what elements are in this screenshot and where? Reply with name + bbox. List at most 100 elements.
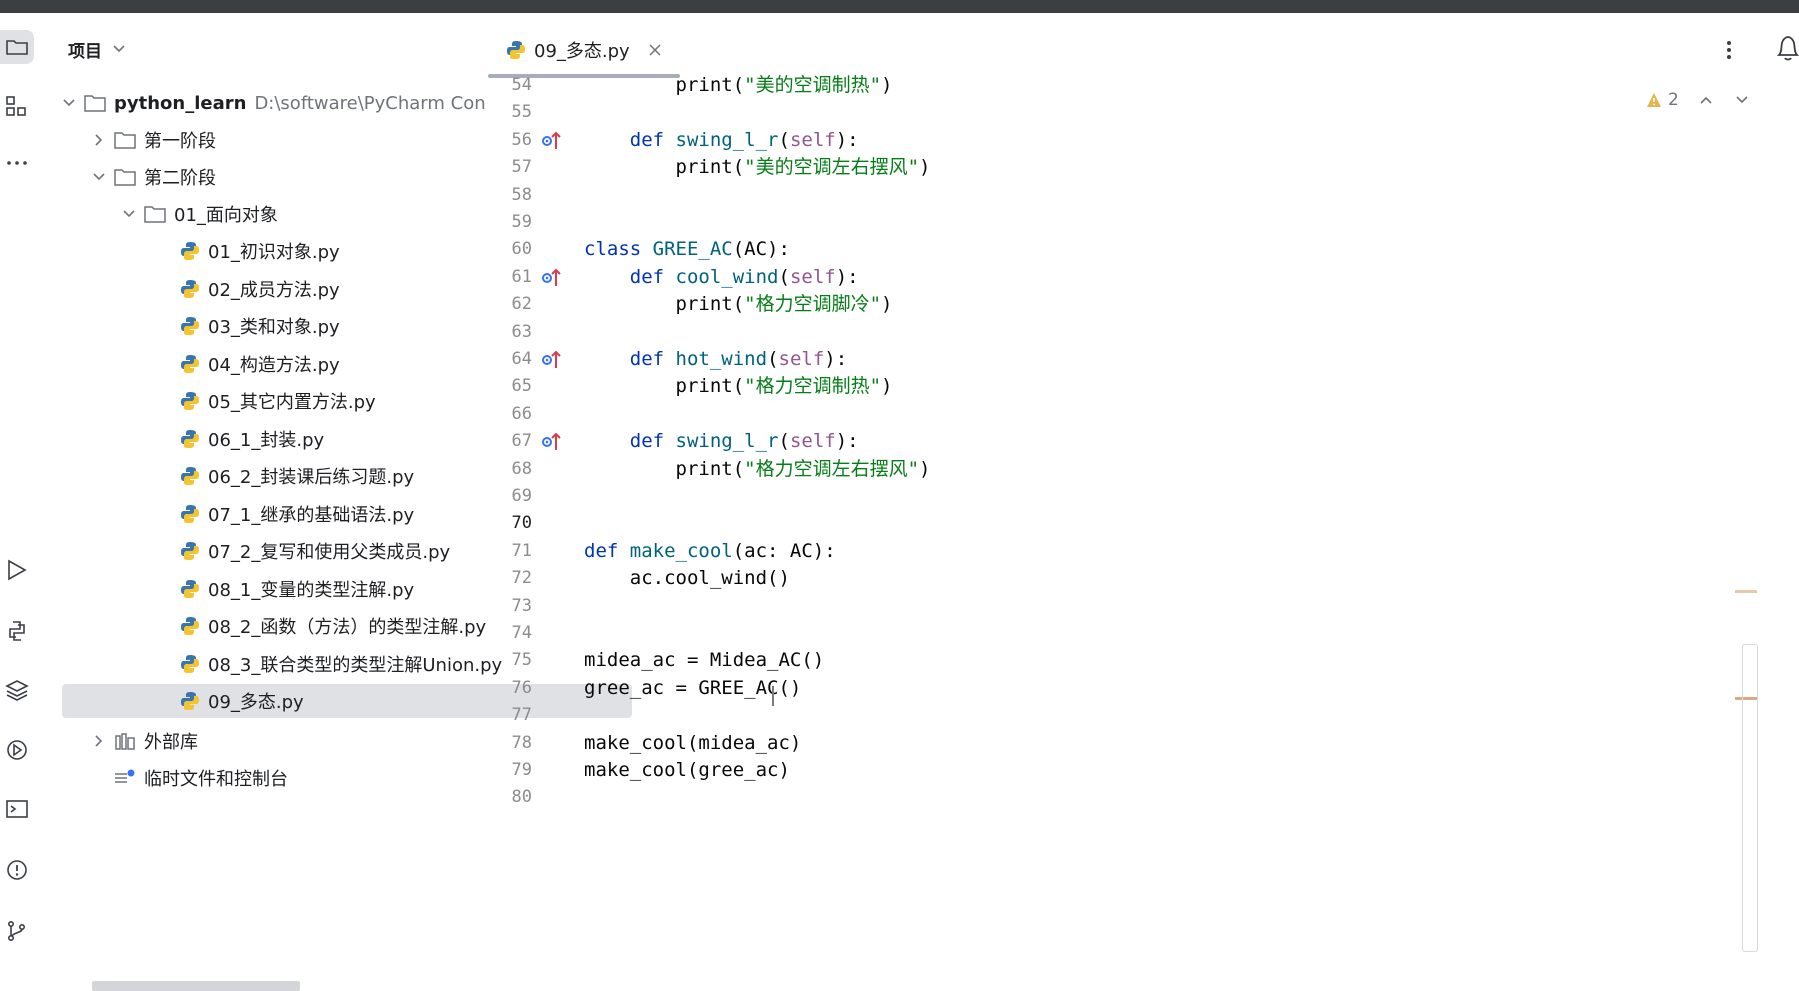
tree-item-python-file[interactable]: 06_1_封装.py <box>180 422 640 456</box>
code-line[interactable]: print("美的空调制热") <box>584 72 893 99</box>
problems-icon <box>7 860 27 880</box>
terminal-tool-button[interactable] <box>0 792 34 826</box>
project-path: D:\software\PyCharm Con <box>254 92 486 114</box>
chevron-down-icon[interactable] <box>92 170 106 184</box>
line-number: 58 <box>511 184 532 205</box>
tree-item-python-file[interactable]: 05_其它内置方法.py <box>180 384 640 418</box>
more-vertical-icon[interactable] <box>1719 35 1739 65</box>
line-number: 55 <box>511 102 532 123</box>
problems-tool-button[interactable] <box>0 853 34 887</box>
overrides-method-icon[interactable] <box>540 129 562 151</box>
code-line[interactable]: def make_cool(ac: AC): <box>584 538 836 565</box>
tree-item-label: 09_多态.py <box>208 692 304 713</box>
git-tool-button[interactable] <box>0 914 34 948</box>
tree-item-stage1[interactable]: 第一阶段 <box>92 123 552 157</box>
tree-item-python-file[interactable]: 02_成员方法.py <box>180 272 640 306</box>
line-number: 67 <box>511 431 532 452</box>
tree-item-python-file[interactable]: 08_2_函数（方法）的类型注解.py <box>180 609 640 643</box>
library-icon <box>115 733 135 750</box>
tree-item-label: 07_1_继承的基础语法.py <box>208 504 415 526</box>
project-tool-button[interactable] <box>0 30 34 64</box>
tree-item-python-file[interactable]: 08_3_联合类型的类型注解Union.py <box>180 647 640 681</box>
text-cursor <box>772 686 774 706</box>
line-number: 80 <box>511 787 532 808</box>
scrollbar-marker <box>1735 590 1757 593</box>
previous-highlight-icon[interactable] <box>1699 93 1713 107</box>
code-line[interactable]: make_cool(gree_ac) <box>584 757 790 784</box>
tab-09-polymorphism[interactable]: 09_多态.py <box>488 35 662 65</box>
tree-item-label: 05_其它内置方法.py <box>208 392 376 413</box>
line-number: 78 <box>511 732 532 753</box>
line-number: 63 <box>511 321 532 342</box>
line-number: 60 <box>511 239 532 260</box>
code-line[interactable]: ac.cool_wind() <box>584 565 790 592</box>
python-console-button[interactable] <box>0 614 34 648</box>
chevron-down-icon[interactable] <box>122 207 136 221</box>
close-icon[interactable] <box>648 43 662 57</box>
run-icon <box>8 559 27 581</box>
code-line[interactable]: class GREE_AC(AC): <box>584 236 790 263</box>
chevron-down-icon <box>113 45 125 53</box>
notifications-bell-icon[interactable] <box>1773 31 1799 65</box>
tree-item-python-file[interactable]: 04_构造方法.py <box>180 347 640 381</box>
more-icon <box>7 161 27 165</box>
code-line[interactable]: def swing_l_r(self): <box>584 428 859 455</box>
project-panel-header[interactable]: 项目 <box>68 35 126 63</box>
tree-item-python-file[interactable]: 08_1_变量的类型注解.py <box>180 572 640 606</box>
code-line[interactable]: print("美的空调左右摆风") <box>584 154 931 181</box>
tree-item-external-libraries[interactable]: 外部库 <box>92 724 552 758</box>
python-file-icon <box>181 504 199 523</box>
tree-item-label: 04_构造方法.py <box>208 354 340 376</box>
run-tool-button[interactable] <box>0 553 34 587</box>
tree-item-label: 临时文件和控制台 <box>144 769 288 790</box>
line-number: 71 <box>511 540 532 561</box>
tree-item-label: 01_面向对象 <box>174 205 278 226</box>
line-number: 66 <box>511 403 532 424</box>
line-number: 54 <box>511 75 532 95</box>
overrides-method-icon[interactable] <box>540 266 562 288</box>
tree-item-python-file[interactable]: 09_多态.py <box>62 684 632 718</box>
code-line[interactable]: print("格力空调左右摆风") <box>584 456 931 483</box>
layers-tool-button[interactable] <box>0 673 34 707</box>
python-file-icon <box>181 692 199 710</box>
services-icon <box>7 740 27 760</box>
structure-tool-button[interactable] <box>0 89 34 123</box>
line-number: 73 <box>511 595 532 616</box>
code-line[interactable]: gree_ac = GREE_AC() <box>584 675 801 702</box>
tree-item-python-learn[interactable]: python_learn D:\software\PyCharm Con <box>62 86 522 120</box>
tree-item-python-file[interactable]: 01_初识对象.py <box>180 234 640 268</box>
services-tool-button[interactable] <box>0 733 34 767</box>
tree-item-python-file[interactable]: 07_1_继承的基础语法.py <box>180 497 640 531</box>
chevron-right-icon[interactable] <box>92 734 106 748</box>
code-line[interactable]: make_cool(midea_ac) <box>584 730 801 757</box>
tree-item-stage2[interactable]: 第二阶段 <box>92 160 552 194</box>
code-line[interactable]: print("格力空调制热") <box>584 373 893 400</box>
line-number: 77 <box>511 705 532 726</box>
tree-item-label: 08_1_变量的类型注解.py <box>208 579 415 601</box>
inspection-widget[interactable]: 2 <box>1646 90 1749 110</box>
editor-vertical-scrollbar[interactable] <box>1742 644 1758 952</box>
code-line[interactable]: print("格力空调脚冷") <box>584 291 893 318</box>
chevron-right-icon[interactable] <box>92 133 106 147</box>
tree-item-label: 08_2_函数（方法）的类型注解.py <box>208 617 487 638</box>
folder-icon <box>144 206 166 223</box>
project-horizontal-scrollbar[interactable] <box>92 981 300 991</box>
warning-icon <box>1647 93 1661 107</box>
chevron-down-icon[interactable] <box>62 96 76 110</box>
overrides-method-icon[interactable] <box>540 348 562 370</box>
more-tools-button[interactable] <box>0 146 34 180</box>
tree-item-python-file[interactable]: 03_类和对象.py <box>180 309 640 343</box>
code-line[interactable]: midea_ac = Midea_AC() <box>584 647 824 674</box>
tree-item-label: 06_2_封装课后练习题.py <box>208 467 415 488</box>
project-panel: 项目 python_learn D:\software\PyCharm Con … <box>48 13 632 991</box>
code-line[interactable]: def cool_wind(self): <box>584 264 859 291</box>
tree-item-python-file[interactable]: 07_2_复写和使用父类成员.py <box>180 534 640 568</box>
next-highlight-icon[interactable] <box>1735 93 1749 107</box>
code-line[interactable]: def swing_l_r(self): <box>584 127 859 154</box>
tree-item-python-file[interactable]: 06_2_封装课后练习题.py <box>180 459 640 493</box>
overrides-method-icon[interactable] <box>540 430 562 452</box>
code-line[interactable]: def hot_wind(self): <box>584 346 847 373</box>
line-number: 64 <box>511 349 532 369</box>
project-panel-title: 项目 <box>68 41 102 62</box>
line-number: 79 <box>511 760 532 780</box>
